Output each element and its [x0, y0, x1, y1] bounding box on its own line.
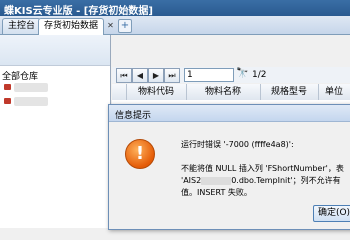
- redacted-label: [14, 97, 48, 106]
- tree-item[interactable]: [4, 83, 48, 92]
- tab-close-icon[interactable]: ✕: [106, 21, 115, 30]
- page-number-input[interactable]: 1: [184, 68, 234, 82]
- warehouse-icon: [4, 84, 11, 90]
- dialog-title: 信息提示: [115, 111, 152, 121]
- page-count: 1/2: [252, 70, 267, 80]
- row-selector-header: [112, 84, 127, 100]
- error-dialog: 信息提示 ! 运行时错误 '-7000 (ffffe4a8)': 不能将值 NU…: [108, 104, 350, 230]
- error-line-3-suffix: 0.dbo.TempInit'；列不允许有: [231, 176, 341, 185]
- tab-inventory-init-data[interactable]: 存货初始数据: [38, 18, 105, 35]
- last-page-icon[interactable]: ⏭: [164, 68, 180, 83]
- prev-page-icon[interactable]: ◀: [132, 68, 148, 83]
- record-nav-toolbar: ⏮ ◀ ▶ ⏭ 1 🔭 1/2: [112, 67, 350, 83]
- error-line-4: 值。INSERT 失败。: [181, 188, 252, 197]
- dialog-title-bar: 信息提示: [109, 105, 350, 122]
- warehouse-tree-pane: 全部仓库: [0, 35, 111, 228]
- next-page-icon[interactable]: ▶: [148, 68, 164, 83]
- pane-header: [0, 35, 110, 66]
- column-header[interactable]: 规格型号: [260, 84, 319, 100]
- title-bar: 蝶KIS云专业版 - [存货初始数据]: [0, 0, 350, 17]
- error-line-1: 运行时错误 '-7000 (ffffe4a8)':: [181, 140, 294, 149]
- redacted-text: [201, 176, 232, 185]
- error-line-3: 'AIS2 0.dbo.TempInit'；列不允许有: [181, 175, 341, 186]
- find-binoculars-icon[interactable]: 🔭: [236, 68, 248, 79]
- first-page-icon[interactable]: ⏮: [116, 68, 132, 83]
- error-line-2: 不能将值 NULL 插入列 'FShortNumber'，表: [181, 164, 344, 173]
- add-tab-button[interactable]: +: [118, 19, 132, 33]
- tree-item[interactable]: [4, 97, 48, 106]
- column-header[interactable]: 物料代码: [126, 84, 187, 100]
- column-header[interactable]: 物料名称: [186, 84, 261, 100]
- tab-label: 存货初始数据: [44, 21, 99, 31]
- window-title: 蝶KIS云专业版 - [存货初始数据]: [4, 6, 153, 17]
- tree-root-all-warehouses[interactable]: 全部仓库: [2, 69, 38, 82]
- redacted-label: [14, 83, 48, 92]
- ok-button[interactable]: 确定(O): [313, 205, 350, 222]
- tab-bar: 主控台 存货初始数据 ✕ +: [0, 16, 350, 35]
- error-line-3-prefix: 'AIS2: [181, 176, 202, 185]
- tab-main-console[interactable]: 主控台: [2, 18, 42, 34]
- warehouse-icon: [4, 98, 11, 104]
- warning-icon: !: [125, 139, 155, 169]
- grid-header: 物料代码 物料名称 规格型号 单位: [112, 84, 350, 101]
- column-header[interactable]: 单位: [318, 84, 350, 100]
